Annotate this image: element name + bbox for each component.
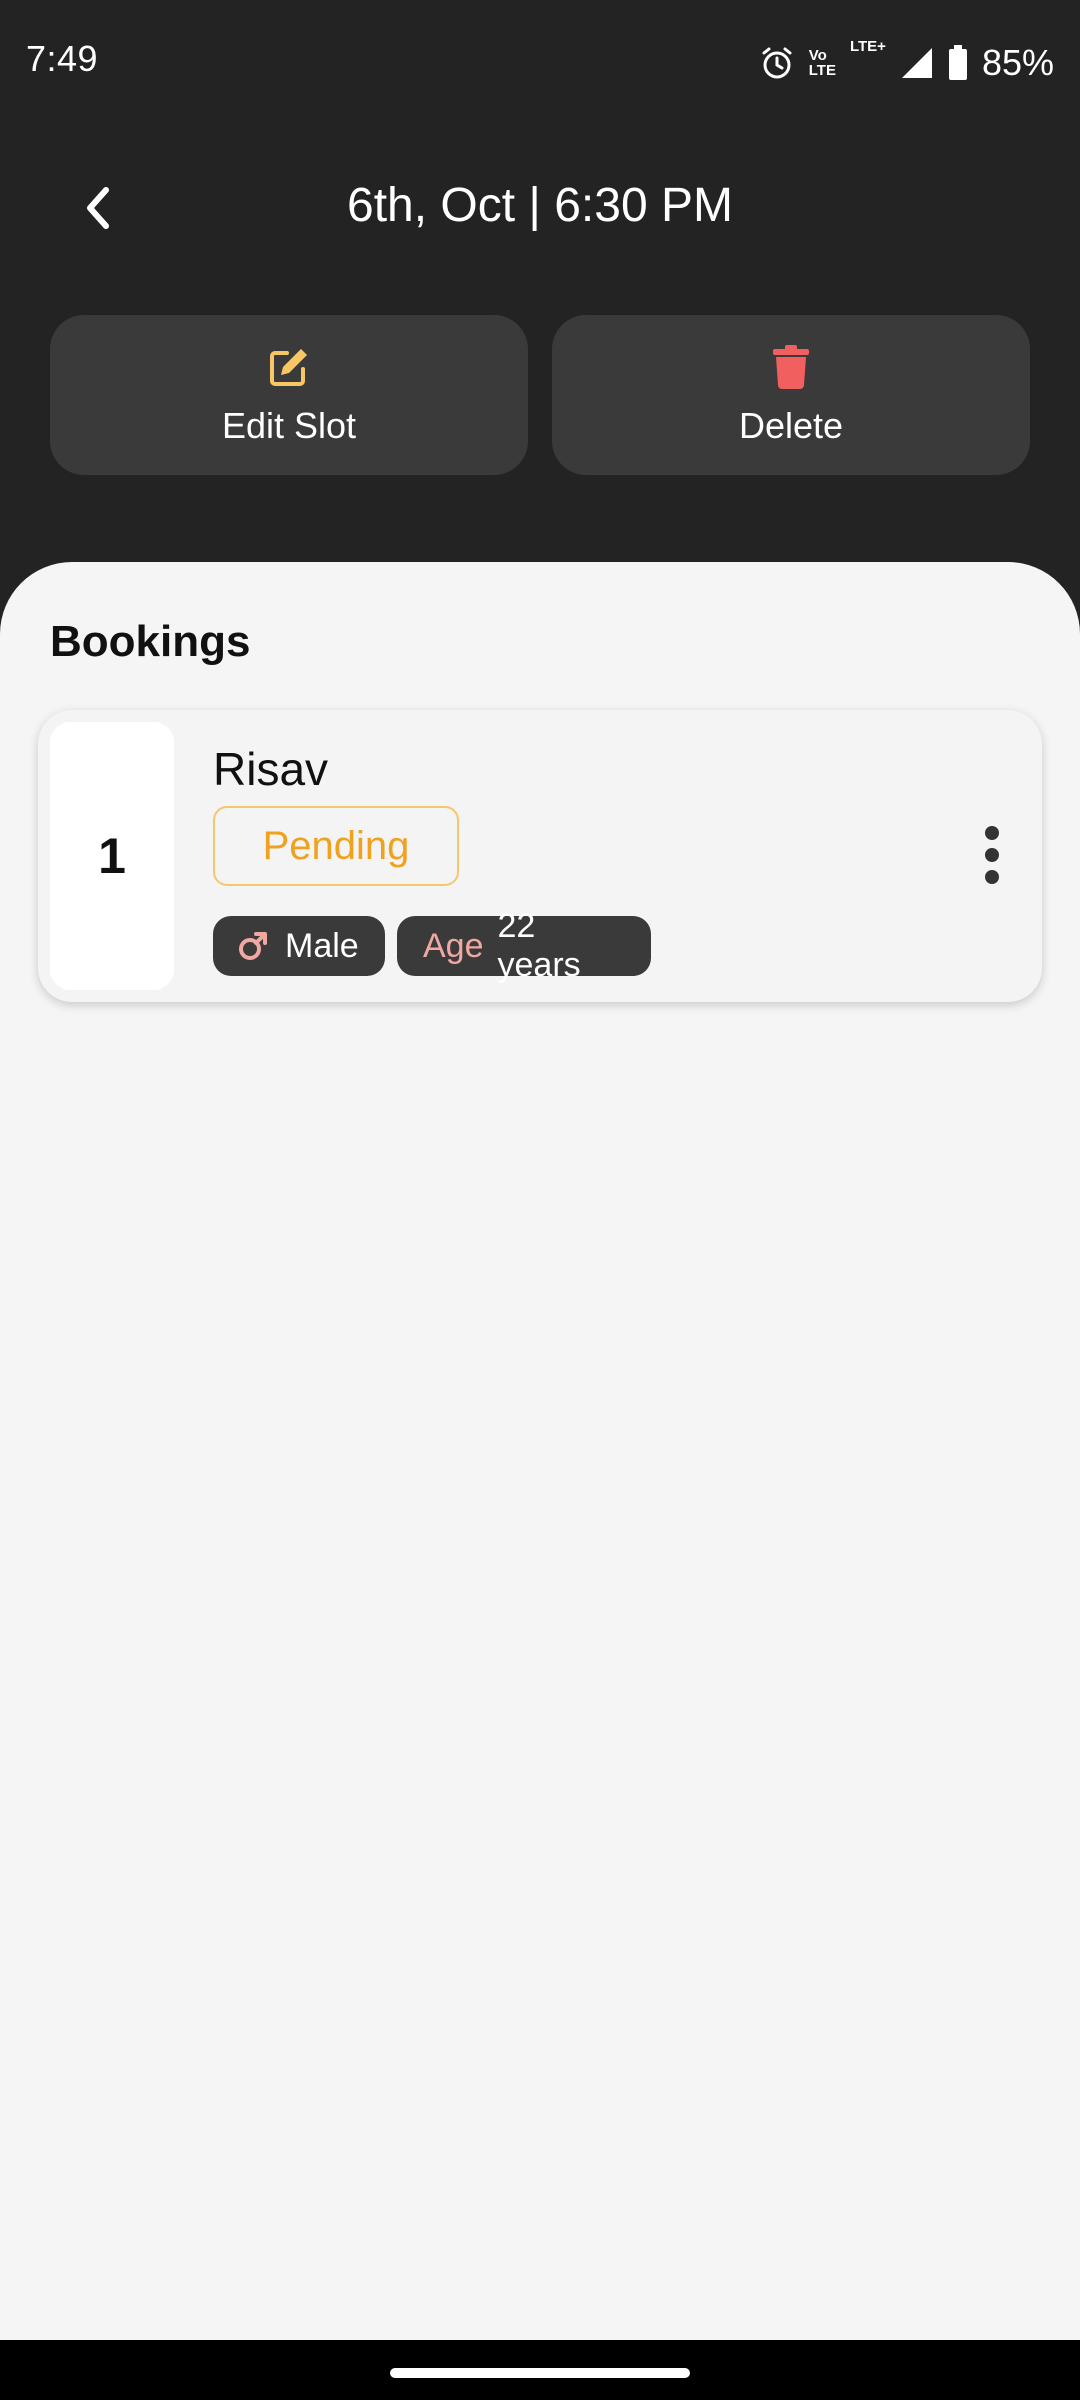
edit-icon	[267, 343, 311, 391]
signal-icon	[900, 46, 934, 80]
bookings-sheet: Bookings 1 Risav Pending Male Age 22 yea…	[0, 562, 1080, 2340]
delete-label: Delete	[738, 405, 844, 446]
alarm-icon	[759, 45, 795, 81]
slot-actions: Edit Slot Delete	[50, 315, 1030, 475]
status-icons: Vo LTE LTE+ 85%	[759, 36, 1054, 90]
battery-icon	[948, 45, 968, 81]
status-badge: Pending	[213, 806, 459, 886]
edit-slot-button[interactable]: Edit Slot	[50, 315, 528, 475]
more-vert-icon-dot	[985, 870, 999, 884]
gender-chip: Male	[213, 916, 385, 976]
booking-index: 1	[50, 722, 174, 990]
age-chip: Age 22 years	[397, 907, 651, 984]
network-type: LTE+	[849, 38, 886, 55]
edit-slot-label: Edit Slot	[221, 405, 357, 446]
home-indicator[interactable]	[390, 2368, 690, 2378]
screen: 7:49 Vo LTE LTE+ 85% 6th, Oct | 6:30 PM …	[0, 0, 1080, 2400]
delete-button[interactable]: Delete	[552, 315, 1030, 475]
male-icon	[237, 930, 269, 962]
volte-bottom: LTE	[808, 62, 836, 79]
volte-icon: Vo LTE	[809, 48, 836, 78]
more-vert-icon-dot	[985, 848, 999, 862]
system-nav-bar	[0, 2340, 1080, 2400]
battery-percent: 85%	[981, 42, 1054, 83]
status-time: 7:49	[26, 38, 99, 79]
trash-icon	[772, 343, 810, 391]
bookings-title: Bookings	[50, 617, 251, 666]
gender-value: Male	[285, 926, 359, 965]
more-vert-icon	[985, 826, 999, 840]
page-title: 6th, Oct | 6:30 PM	[347, 179, 733, 232]
booking-name: Risav	[213, 743, 329, 795]
booking-card[interactable]: 1 Risav Pending Male Age 22 years	[38, 710, 1042, 1002]
age-value: 22 years	[497, 907, 581, 984]
more-options-button[interactable]	[962, 810, 1022, 900]
app-header: 6th, Oct | 6:30 PM	[0, 150, 1080, 270]
age-label: Age	[423, 926, 484, 965]
status-bar: 7:49 Vo LTE LTE+ 85%	[0, 0, 1080, 126]
volte-top: Vo	[808, 47, 827, 64]
